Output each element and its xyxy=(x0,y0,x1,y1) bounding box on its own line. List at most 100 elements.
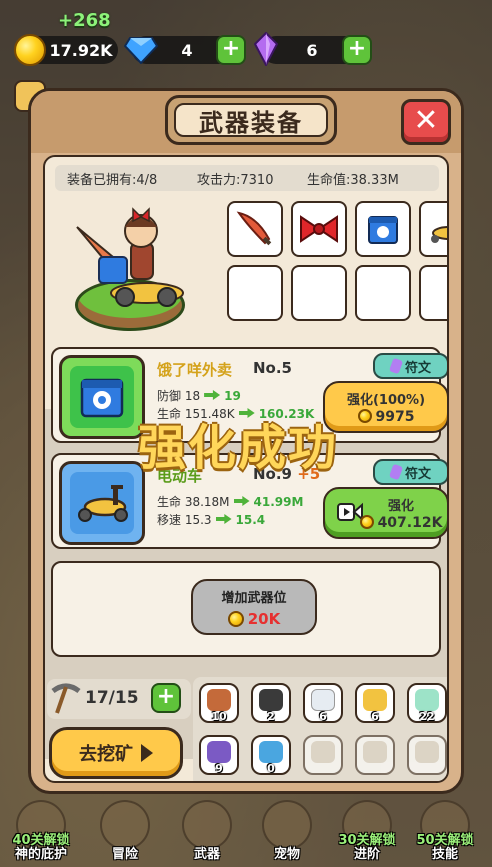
gem-value: 4 xyxy=(181,40,193,60)
rune-button[interactable]: 符文 xyxy=(373,353,447,379)
sapphire-icon xyxy=(259,741,283,763)
stat-current: 防御 18 xyxy=(157,389,201,403)
stat-next: 19 xyxy=(224,389,241,403)
silver-ore-icon xyxy=(311,689,335,711)
copper-ore-icon xyxy=(207,689,231,711)
slot-bow[interactable] xyxy=(291,201,347,257)
amethyst-icon xyxy=(207,741,231,763)
purple-crystal-icon xyxy=(254,32,278,66)
play-arrow-icon xyxy=(141,744,153,762)
crystal-value: 6 xyxy=(306,40,318,60)
red-bow-icon xyxy=(300,215,338,243)
pickaxe-count: 17/15 xyxy=(85,688,139,708)
nav-pets[interactable]: 宠物 xyxy=(256,800,318,862)
add-gems-button[interactable]: + xyxy=(216,35,246,65)
jade-crystal-slot[interactable]: 22 xyxy=(407,683,447,723)
gold-bar-icon xyxy=(363,689,387,711)
owned-stat: 装备已拥有:4/8 xyxy=(67,172,158,188)
gold-gain-text: +268 xyxy=(58,10,111,31)
delivery-box-icon xyxy=(368,216,398,244)
sapphire-slot[interactable]: 0 xyxy=(251,735,291,775)
sword-icon xyxy=(236,211,272,246)
empty-slot[interactable] xyxy=(227,265,283,321)
upgrade-cost: 407.12K xyxy=(355,515,447,531)
attack-stat: 攻击力:7310 xyxy=(197,172,274,188)
rune-label: 符文 xyxy=(404,466,431,482)
locked-ore-icon xyxy=(415,741,439,763)
slot-delivery-box[interactable] xyxy=(355,201,411,257)
upgrade-label: 强化(100%) xyxy=(346,393,426,408)
card-icon-frame xyxy=(59,355,145,439)
nav-advance[interactable]: 30关解锁 进阶 xyxy=(336,800,398,862)
add-slot-cost: 20K xyxy=(193,610,315,628)
nav-skills[interactable]: 50关解锁 技能 xyxy=(414,800,476,862)
gold-coin-icon xyxy=(227,611,244,627)
jade-crystal-icon xyxy=(415,689,439,711)
rune-label: 符文 xyxy=(404,360,431,376)
add-crystals-button[interactable]: + xyxy=(342,35,372,65)
gold-coin-icon xyxy=(14,34,46,66)
green-arrow-icon xyxy=(233,496,250,506)
coal-ore-slot[interactable]: 2 xyxy=(251,683,291,723)
close-button[interactable]: ✕ xyxy=(401,99,451,145)
nav-icon-bg xyxy=(182,800,232,850)
add-slot-label: 增加武器位 xyxy=(221,591,287,606)
empty-slot[interactable] xyxy=(355,265,411,321)
coal-ore-icon xyxy=(259,689,283,711)
add-pickaxe-button[interactable]: + xyxy=(151,683,181,713)
gold-coin-icon xyxy=(357,409,372,423)
slot-scooter[interactable] xyxy=(419,201,447,257)
green-arrow-icon xyxy=(215,514,232,524)
card-stat-defense: 防御 18 19 xyxy=(157,387,241,404)
nav-icon-bg xyxy=(100,800,150,850)
empty-slot[interactable] xyxy=(291,265,347,321)
stat-current: 移速 15.3 xyxy=(157,513,212,527)
hero-character xyxy=(76,207,184,307)
card-level: No.5 xyxy=(253,359,292,377)
locked-ore-icon xyxy=(311,741,335,763)
silver-ore-slot[interactable]: 6 xyxy=(303,683,343,723)
nav-weapons[interactable]: 武器 xyxy=(176,800,238,862)
go-mining-label: 去挖矿 xyxy=(79,744,133,765)
scooter-icon xyxy=(431,226,447,243)
upgrade-button[interactable]: 强化(100%) 9975 xyxy=(323,381,447,433)
locked-ore-slot xyxy=(355,735,395,775)
upgrade-label: 强化 xyxy=(387,499,414,514)
gold-value: 17.92K xyxy=(49,40,113,60)
rune-button[interactable]: 符文 xyxy=(373,459,447,485)
stat-next: 15.4 xyxy=(235,513,266,527)
rune-crystal-icon xyxy=(388,463,404,481)
gold-coin-icon xyxy=(359,515,374,529)
panel-title: 武器装备 xyxy=(174,103,328,137)
scooter-icon xyxy=(70,472,134,534)
copper-ore-slot[interactable]: 10 xyxy=(199,683,239,723)
amethyst-slot[interactable]: 9 xyxy=(199,735,239,775)
pickaxe-counter: 17/15 + xyxy=(47,679,191,719)
card-stat-hp: 生命 38.18M 41.99M xyxy=(157,493,303,510)
pickaxe-icon xyxy=(51,683,81,714)
green-arrow-icon xyxy=(204,390,221,400)
ore-inventory: 10 2 6 6 22 9 0 xyxy=(193,677,447,781)
video-upgrade-button[interactable]: 强化 407.12K xyxy=(323,487,447,539)
stats-row: 装备已拥有:4/8 攻击力:7310 生命值:38.33M xyxy=(55,165,439,191)
diamond-icon xyxy=(124,37,158,64)
rune-crystal-icon xyxy=(388,357,404,375)
add-weapon-slot-button[interactable]: 增加武器位 20K xyxy=(191,579,317,635)
delivery-box-icon xyxy=(70,366,134,428)
card-icon-frame xyxy=(59,461,145,545)
hp-stat: 生命值:38.33M xyxy=(307,172,399,188)
locked-ore-slot xyxy=(407,735,447,775)
title-badge: 武器装备 xyxy=(165,95,337,145)
slot-sword[interactable] xyxy=(227,201,283,257)
upgrade-success-text: 强化成功 xyxy=(138,420,339,476)
stat-current: 生命 38.18M xyxy=(157,495,230,509)
card-stat-speed: 移速 15.3 15.4 xyxy=(157,511,265,528)
go-mining-button[interactable]: 去挖矿 xyxy=(49,727,183,779)
empty-slot[interactable] xyxy=(419,265,447,321)
bottom-nav: 40关解锁 神的庇护 冒险 武器 宠物 30关解锁 进阶 50关解锁 技能 xyxy=(0,796,492,867)
hero-preview xyxy=(55,197,215,337)
nav-icon-bg xyxy=(262,800,312,850)
nav-adventure[interactable]: 冒险 xyxy=(94,800,156,862)
nav-divine-protection[interactable]: 40关解锁 神的庇护 xyxy=(10,800,72,862)
gold-bar-slot[interactable]: 6 xyxy=(355,683,395,723)
